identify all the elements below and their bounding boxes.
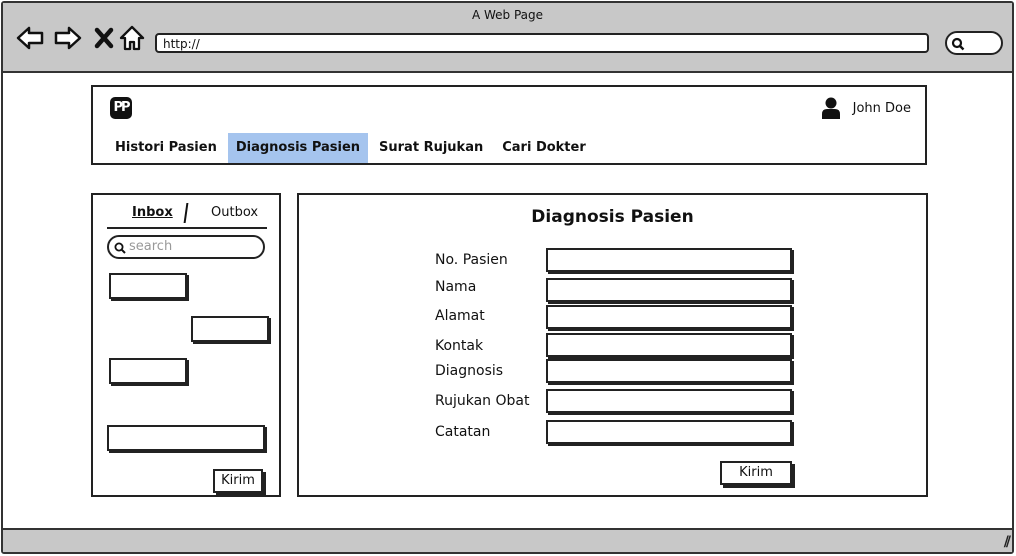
label-kontak: Kontak <box>435 338 484 354</box>
user-icon <box>821 97 840 119</box>
label-diagnosis: Diagnosis <box>435 363 504 379</box>
user-profile[interactable]: John Doe <box>821 97 911 119</box>
search-icon <box>951 37 965 51</box>
alamat-field[interactable] <box>546 305 792 329</box>
label-catatan: Catatan <box>435 424 491 440</box>
app-logo[interactable]: PP <box>110 97 132 119</box>
form-title: Diagnosis Pasien <box>531 207 694 227</box>
message-tabs: Inbox Outbox <box>107 203 267 229</box>
resize-grip-icon[interactable]: // <box>1004 534 1011 550</box>
search-placeholder: search <box>129 239 173 254</box>
message-search-input[interactable]: search <box>107 235 265 259</box>
nav-diagnosis-pasien[interactable]: Diagnosis Pasien <box>227 133 369 163</box>
tab-outbox[interactable]: Outbox <box>211 205 258 220</box>
browser-window: A Web Page http:// PP John Doe Histori P… <box>1 1 1014 554</box>
address-bar[interactable]: http:// <box>155 33 929 53</box>
message-compose-input[interactable] <box>107 425 265 451</box>
label-no-pasien: No. Pasien <box>435 252 508 268</box>
home-icon[interactable] <box>117 23 147 53</box>
browser-toolbar: A Web Page http:// <box>3 3 1012 73</box>
browser-search-box[interactable] <box>945 31 1003 55</box>
message-bubble-sent[interactable] <box>191 316 269 342</box>
no-pasien-field[interactable] <box>546 248 792 272</box>
label-alamat: Alamat <box>435 308 485 324</box>
message-bubble-received[interactable] <box>109 358 187 384</box>
tab-inbox[interactable]: Inbox <box>132 205 173 220</box>
close-x-icon[interactable] <box>89 23 119 53</box>
rujukan-obat-field[interactable] <box>546 389 792 413</box>
message-bubble-received[interactable] <box>109 273 187 299</box>
nav-surat-rujukan[interactable]: Surat Rujukan <box>371 133 491 163</box>
tab-divider <box>183 203 189 223</box>
user-name: John Doe <box>852 100 911 116</box>
window-title: A Web Page <box>471 8 544 22</box>
kontak-field[interactable] <box>546 333 792 357</box>
nama-field[interactable] <box>546 278 792 302</box>
send-message-button[interactable]: Kirim <box>213 469 263 493</box>
label-rujukan-obat: Rujukan Obat <box>435 393 530 409</box>
back-arrow-icon[interactable] <box>15 23 45 53</box>
status-bar: // <box>3 528 1012 552</box>
forward-arrow-icon[interactable] <box>53 23 83 53</box>
search-icon <box>114 242 126 254</box>
diagnosis-field[interactable] <box>546 359 792 383</box>
message-panel: Inbox Outbox search Kirim <box>91 193 281 497</box>
app-header: PP John Doe Histori Pasien Diagnosis Pas… <box>91 85 927 165</box>
label-nama: Nama <box>435 279 477 295</box>
nav-cari-dokter[interactable]: Cari Dokter <box>494 133 594 163</box>
main-nav: Histori Pasien Diagnosis Pasien Surat Ru… <box>107 133 597 163</box>
nav-histori-pasien[interactable]: Histori Pasien <box>107 133 225 163</box>
diagnosis-form-panel: Diagnosis Pasien No. Pasien Nama Alamat … <box>297 193 928 497</box>
submit-diagnosis-button[interactable]: Kirim <box>720 461 792 485</box>
catatan-field[interactable] <box>546 420 792 444</box>
